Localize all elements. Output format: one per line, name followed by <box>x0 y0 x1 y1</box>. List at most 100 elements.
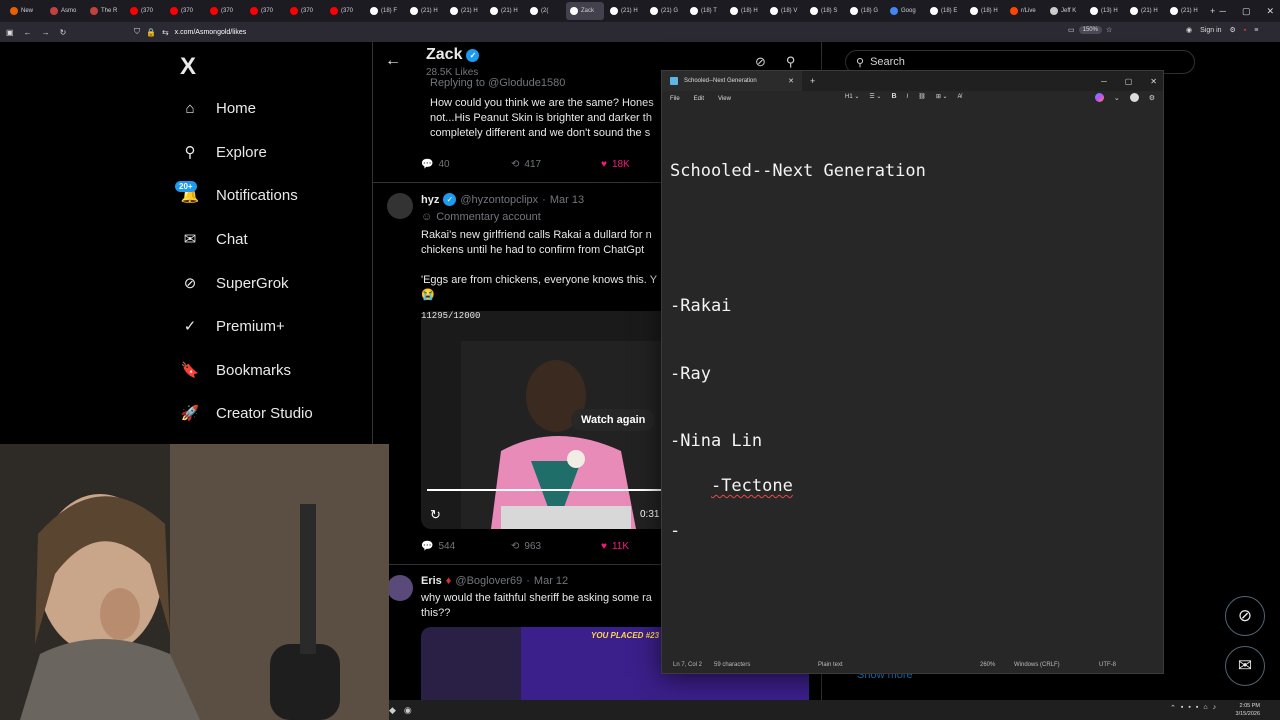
browser-tab[interactable]: (18) H <box>726 2 764 20</box>
back-arrow-icon[interactable]: ← <box>385 52 401 70</box>
browser-tab[interactable]: (21) H <box>446 2 484 20</box>
tweet-date[interactable]: Mar 12 <box>534 575 568 587</box>
clear-format-icon[interactable]: A̸ <box>958 94 962 100</box>
browser-tab[interactable]: (370 <box>166 2 204 20</box>
browser-tab[interactable]: Zack <box>566 2 604 20</box>
page-settings-icon[interactable]: ⇆ <box>162 28 169 37</box>
browser-tab[interactable]: New <box>6 2 44 20</box>
encoding[interactable]: UTF-8 <box>1099 662 1116 668</box>
new-tab-button[interactable]: + <box>1206 6 1219 16</box>
browser-tab[interactable]: (21) H <box>606 2 644 20</box>
notepad-editor[interactable]: Schooled--Next Generation -Rakai -Ray -N… <box>670 115 1155 655</box>
account-icon[interactable]: ◉ <box>1186 26 1192 34</box>
browser-tab[interactable]: (18) H <box>966 2 1004 20</box>
maximize-button[interactable]: ▢ <box>1125 77 1133 86</box>
browser-tab[interactable]: (18) S <box>806 2 844 20</box>
grok-fab-button[interactable]: ⊘ <box>1225 596 1265 636</box>
reply-button[interactable]: 💬 40 <box>421 159 511 170</box>
watch-again-button[interactable]: Watch again <box>571 409 656 431</box>
reply-to-label[interactable]: Replying to @Glodude1580 <box>430 77 565 89</box>
reader-view-icon[interactable]: ▭ <box>1068 26 1075 34</box>
menu-file[interactable]: File <box>670 96 680 102</box>
menu-icon[interactable]: ≡ <box>1254 27 1258 34</box>
menu-edit[interactable]: Edit <box>694 96 704 102</box>
text-format[interactable]: Plain text <box>818 662 843 668</box>
taskbar-app-icon[interactable]: ◆ <box>389 705 396 716</box>
extension-icon[interactable]: ▪ <box>1244 27 1246 34</box>
network-icon[interactable]: ⌂ <box>1203 704 1207 712</box>
nav-item-home[interactable]: ⌂ Home <box>178 95 256 121</box>
replay-icon[interactable]: ↻ <box>430 507 441 523</box>
nav-item-bookmarks[interactable]: 🔖 Bookmarks <box>178 357 291 383</box>
x-logo[interactable]: X <box>180 53 196 81</box>
chevron-up-icon[interactable]: ⌃ <box>1170 704 1176 712</box>
close-window-button[interactable]: ✕ <box>1150 77 1157 86</box>
close-window-button[interactable]: ✕ <box>1266 6 1274 17</box>
italic-icon[interactable]: I <box>907 94 909 100</box>
browser-tab[interactable]: (13) H <box>1086 2 1124 20</box>
browser-tab[interactable]: (18) E <box>926 2 964 20</box>
avatar[interactable] <box>387 193 413 219</box>
author-name[interactable]: hyz <box>421 194 439 206</box>
menu-view[interactable]: View <box>718 96 731 102</box>
bookmark-star-icon[interactable]: ☆ <box>1106 26 1112 34</box>
bold-icon[interactable]: B <box>891 93 896 100</box>
nav-item-premium[interactable]: ✓ Premium+ <box>178 313 285 339</box>
browser-tab[interactable]: (18) V <box>766 2 804 20</box>
url-bar[interactable]: ⛉ 🔒 ⇆ x.com/Asmongold/likes <box>134 24 1134 40</box>
account-icon[interactable] <box>1129 93 1139 102</box>
minimize-button[interactable]: ─ <box>1220 6 1226 16</box>
browser-tab[interactable]: (21) H <box>1126 2 1164 20</box>
table-dropdown-icon[interactable]: ⊞ ⌄ <box>936 93 948 100</box>
browser-tab[interactable]: (370 <box>206 2 244 20</box>
reply-button[interactable]: 💬 544 <box>421 541 511 552</box>
browser-tab[interactable]: (21) H <box>1166 2 1204 20</box>
nav-item-explore[interactable]: ⚲ Explore <box>178 139 267 165</box>
sidebar-toggle-icon[interactable]: ▣ <box>6 28 14 37</box>
close-tab-icon[interactable]: ✕ <box>788 77 794 85</box>
link-icon[interactable]: ⛓ <box>918 93 926 100</box>
extensions-icon[interactable]: ⚙ <box>1230 26 1236 34</box>
minimize-button[interactable]: ─ <box>1101 77 1107 86</box>
zoom-level[interactable]: 260% <box>980 662 995 668</box>
messages-fab-button[interactable]: ✉ <box>1225 646 1265 686</box>
browser-tab[interactable]: (370 <box>326 2 364 20</box>
nav-item-supergrok[interactable]: ⊘ SuperGrok <box>178 270 289 296</box>
browser-tab[interactable]: (21) H <box>486 2 524 20</box>
shield-icon[interactable]: ⛉ <box>134 27 140 37</box>
line-ending[interactable]: Windows (CRLF) <box>1014 662 1060 668</box>
browser-tab[interactable]: (18) T <box>686 2 724 20</box>
author-name[interactable]: Eris <box>421 575 442 587</box>
grok-icon[interactable]: ⊘ <box>755 54 766 70</box>
browser-tab[interactable]: Asmo <box>46 2 84 20</box>
author-handle[interactable]: @hyzontopclipx <box>460 194 538 206</box>
nav-item-chat[interactable]: ✉ Chat <box>178 226 248 252</box>
forward-icon[interactable]: → <box>42 28 50 37</box>
video-progress-bar[interactable] <box>427 489 661 491</box>
repost-button[interactable]: ⟲ 963 <box>511 541 601 552</box>
avatar[interactable] <box>387 575 413 601</box>
tray-app-icon[interactable]: ▪ <box>1188 704 1190 712</box>
search-icon[interactable]: ⚲ <box>786 54 796 70</box>
taskbar-app-icon[interactable]: ◉ <box>404 705 412 716</box>
zoom-level[interactable]: 150% <box>1078 26 1102 34</box>
browser-tab[interactable]: r/Live <box>1006 2 1044 20</box>
browser-tab[interactable]: (18) F <box>366 2 404 20</box>
heading-dropdown[interactable]: H1 ⌄ <box>845 93 859 100</box>
browser-tab[interactable]: (370 <box>246 2 284 20</box>
author-handle[interactable]: @Boglover69 <box>455 575 522 587</box>
reload-icon[interactable]: ↻ <box>60 28 67 37</box>
browser-tab[interactable]: (370 <box>126 2 164 20</box>
nav-item-creator-studio[interactable]: 🚀 Creator Studio <box>178 400 313 426</box>
notepad-tab[interactable]: Schooled--Next Generation ✕ <box>662 71 802 91</box>
browser-tab[interactable]: The R <box>86 2 124 20</box>
browser-tab[interactable]: (21) H <box>406 2 444 20</box>
browser-tab[interactable]: (370 <box>286 2 324 20</box>
browser-tab[interactable]: (21) G <box>646 2 684 20</box>
maximize-button[interactable]: ▢ <box>1242 6 1251 17</box>
browser-tab[interactable]: Goog <box>886 2 924 20</box>
settings-gear-icon[interactable]: ⚙ <box>1149 94 1155 102</box>
taskbar-clock[interactable]: 2:05 PM 3/15/2026 <box>1236 700 1260 718</box>
new-tab-button[interactable]: + <box>802 76 815 86</box>
chevron-down-icon[interactable]: ⌄ <box>1114 94 1120 102</box>
